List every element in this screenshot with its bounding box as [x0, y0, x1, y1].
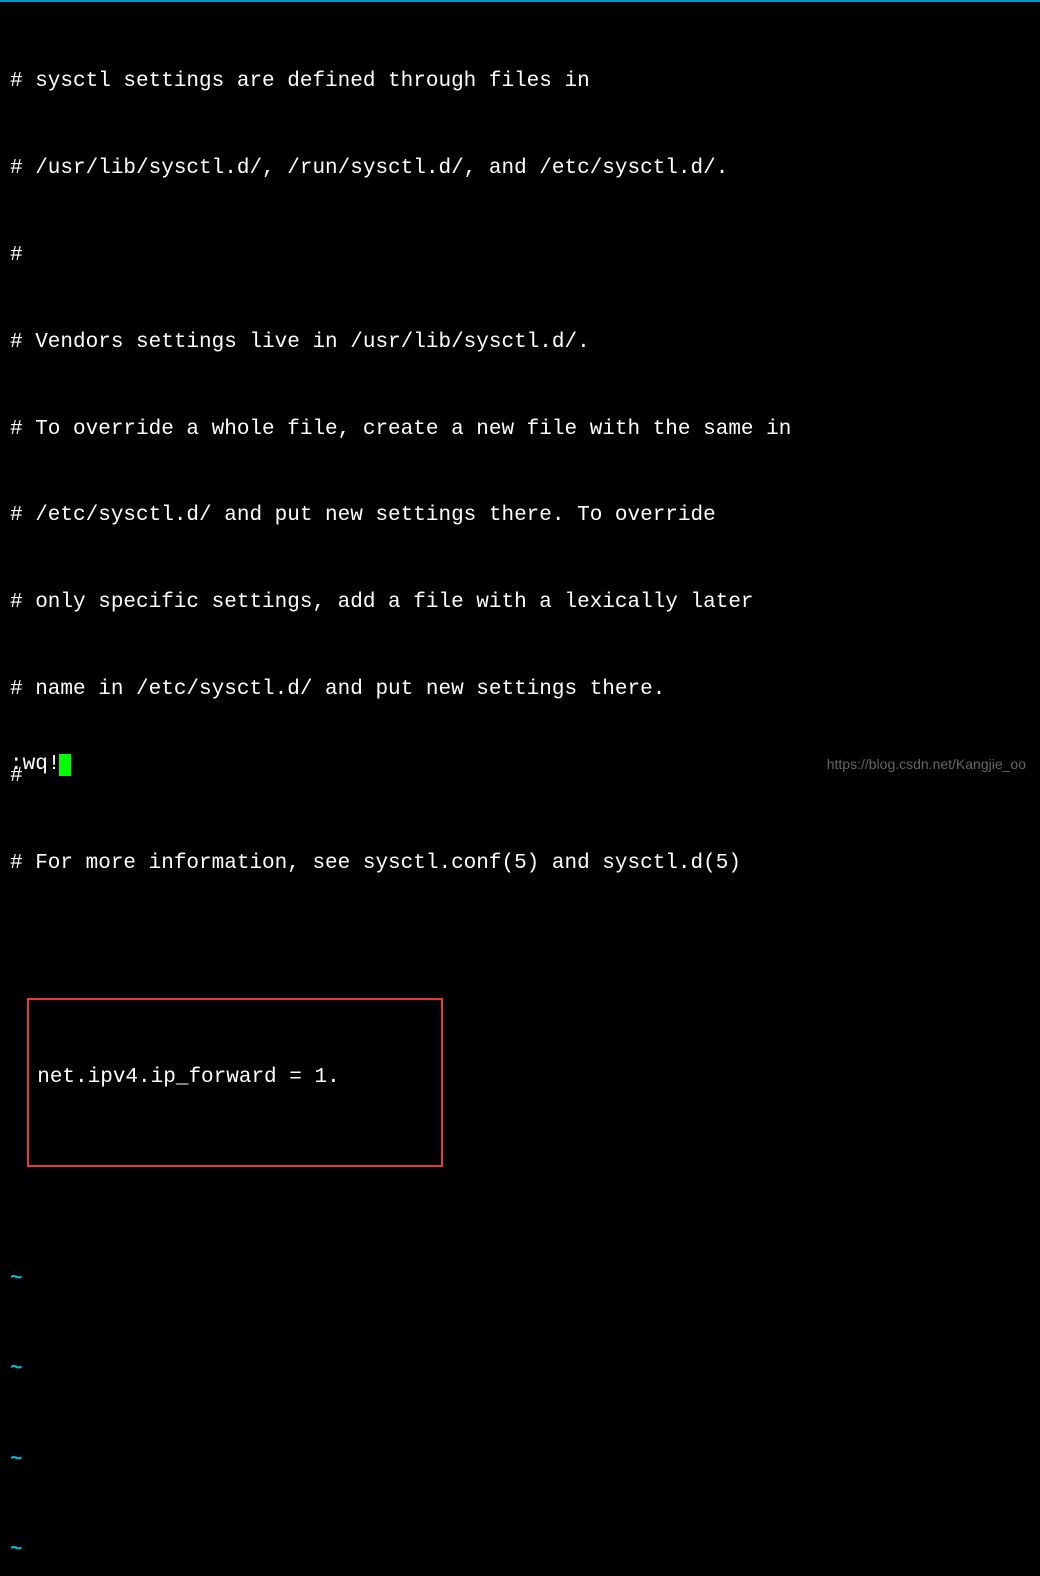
vim-command-line[interactable]: :wq!	[10, 753, 71, 776]
cursor-icon	[59, 754, 71, 776]
blank-line	[10, 937, 1030, 966]
file-line: # /etc/sysctl.d/ and put new settings th…	[10, 502, 1030, 531]
vim-tilde: ~	[10, 1535, 1030, 1568]
highlighted-config-box: net.ipv4.ip_forward = 1.	[27, 998, 443, 1167]
config-setting: net.ipv4.ip_forward = 1.	[37, 1064, 433, 1093]
vim-tilde: ~	[10, 1264, 1030, 1297]
watermark-text: https://blog.csdn.net/Kangjie_oo	[827, 756, 1026, 772]
file-line: #	[10, 242, 1030, 271]
file-line: # name in /etc/sysctl.d/ and put new set…	[10, 676, 1030, 705]
file-line: # For more information, see sysctl.conf(…	[10, 850, 1030, 879]
vim-command-text: :wq!	[10, 753, 60, 776]
file-line: # sysctl settings are defined through fi…	[10, 68, 1030, 97]
terminal-editor[interactable]: # sysctl settings are defined through fi…	[0, 2, 1040, 1576]
file-line: # only specific settings, add a file wit…	[10, 589, 1030, 618]
vim-tilde: ~	[10, 1354, 1030, 1387]
file-line: # Vendors settings live in /usr/lib/sysc…	[10, 329, 1030, 358]
vim-tilde: ~	[10, 1445, 1030, 1478]
vim-empty-lines: ~ ~ ~ ~ ~ ~ ~ ~ ~	[10, 1206, 1030, 1576]
file-line: # To override a whole file, create a new…	[10, 416, 1030, 445]
file-line: # /usr/lib/sysctl.d/, /run/sysctl.d/, an…	[10, 155, 1030, 184]
